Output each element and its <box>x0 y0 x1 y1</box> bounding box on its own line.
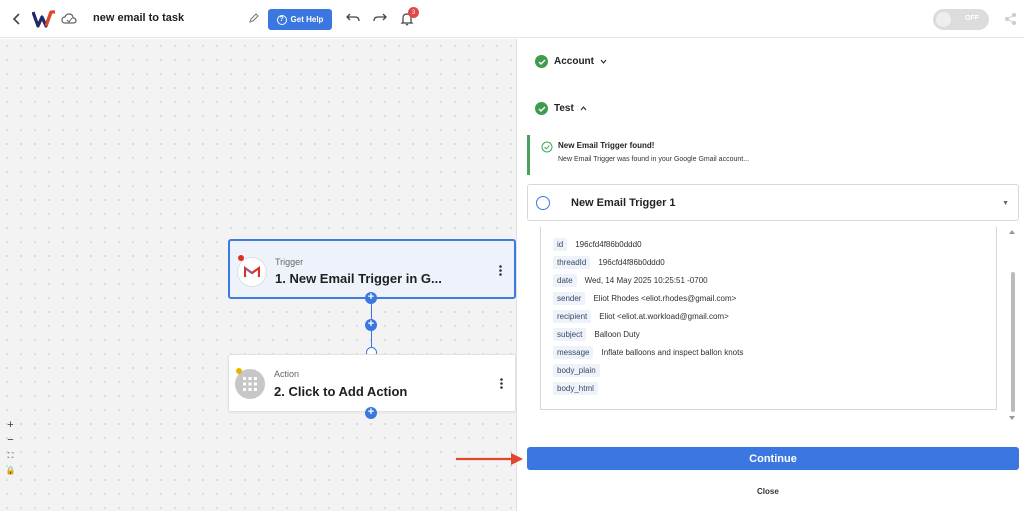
test-label: Test <box>554 103 574 114</box>
field-value: Eliot <eliot.at.workload@gmail.com> <box>599 312 729 321</box>
field-value: Eliot Rhodes <eliot.rhodes@gmail.com> <box>593 294 737 303</box>
field-row: date Wed, 14 May 2025 10:25:51 -0700 <box>553 274 708 287</box>
edit-pencil-icon[interactable] <box>248 12 260 24</box>
field-key[interactable]: message <box>553 346 594 359</box>
field-key[interactable]: body_html <box>553 382 598 395</box>
continue-button[interactable]: Continue <box>527 447 1019 470</box>
success-check-icon <box>541 141 553 153</box>
field-key[interactable]: threadId <box>553 256 591 269</box>
zoom-in-button[interactable]: + <box>4 419 17 432</box>
get-help-button[interactable]: ? Get Help <box>268 9 332 30</box>
account-label: Account <box>554 56 594 67</box>
field-key[interactable]: date <box>553 274 577 287</box>
workflow-canvas[interactable]: Trigger 1. New Email Trigger in G... + +… <box>0 39 516 511</box>
close-button[interactable]: Close <box>757 487 779 496</box>
fit-view-button[interactable]: ⛶ <box>4 449 17 462</box>
field-row: message Inflate balloons and inspect ball… <box>553 346 743 359</box>
scrollbar-thumb[interactable] <box>1011 272 1015 412</box>
success-alert: New Email Trigger found! New Email Trigg… <box>527 135 1017 175</box>
field-value: Balloon Duty <box>594 330 640 339</box>
chevron-down-icon <box>600 59 607 64</box>
back-icon[interactable] <box>10 11 24 27</box>
step-config-panel: Account Test New Email Trigger found! Ne… <box>516 39 1024 511</box>
grid-icon <box>243 377 257 391</box>
scroll-down-icon[interactable] <box>1009 415 1015 421</box>
scroll-up-icon[interactable] <box>1009 229 1015 235</box>
field-key[interactable]: sender <box>553 292 586 305</box>
workload-logo-icon <box>32 10 55 28</box>
trigger-menu-icon[interactable] <box>499 265 502 276</box>
field-row: sender Eliot Rhodes <eliot.rhodes@gmail.c… <box>553 292 736 305</box>
trigger-data-fields: id 196cfd4f86b0ddd0 threadId 196cfd4f86b0d… <box>540 227 997 410</box>
check-circle-icon <box>535 55 548 68</box>
notification-badge: 3 <box>408 7 419 18</box>
insert-step-button[interactable]: + <box>365 319 377 331</box>
field-value: 196cfd4f86b0ddd0 <box>575 240 642 249</box>
field-row: body_html <box>553 382 606 395</box>
field-row: id 196cfd4f86b0ddd0 <box>553 238 642 251</box>
toggle-label: OFF <box>965 15 979 22</box>
test-section-header[interactable]: Test <box>535 102 587 115</box>
pointer-arrow-icon <box>456 453 523 465</box>
top-bar: new email to task ? Get Help 3 OFF <box>0 0 1024 38</box>
field-value: Inflate balloons and inspect ballon knot… <box>601 348 744 357</box>
field-key[interactable]: recipient <box>553 310 592 323</box>
trigger-result-label: New Email Trigger 1 <box>571 197 676 209</box>
share-icon[interactable] <box>1004 12 1017 26</box>
dropdown-chevron-icon: ▼ <box>1002 200 1009 207</box>
action-menu-icon[interactable] <box>500 378 503 389</box>
field-key[interactable]: body_plain <box>553 364 600 377</box>
field-row: subject Balloon Duty <box>553 328 640 341</box>
field-key[interactable]: subject <box>553 328 587 341</box>
status-dot <box>236 368 242 374</box>
status-dot <box>238 255 244 261</box>
success-title: New Email Trigger found! <box>558 141 655 150</box>
gmail-icon <box>244 266 260 277</box>
field-value: Wed, 14 May 2025 10:25:51 -0700 <box>584 276 708 285</box>
zoom-out-button[interactable]: − <box>4 434 17 447</box>
workflow-toggle[interactable]: OFF <box>933 9 989 30</box>
trigger-title: 1. New Email Trigger in G... <box>275 271 442 286</box>
account-section-header[interactable]: Account <box>535 55 607 68</box>
field-value: 196cfd4f86b0ddd0 <box>598 258 665 267</box>
add-next-step-button[interactable]: + <box>365 407 377 419</box>
trigger-type-label: Trigger <box>275 257 304 267</box>
trigger-result-icon <box>536 196 550 210</box>
action-title: 2. Click to Add Action <box>274 384 408 399</box>
get-help-label: Get Help <box>290 15 324 24</box>
lock-canvas-button[interactable]: 🔒 <box>4 464 17 477</box>
field-row: recipient Eliot <eliot.at.workload@gmail.… <box>553 310 729 323</box>
gmail-app-icon <box>237 257 267 287</box>
help-question-icon: ? <box>276 14 287 25</box>
field-row: body_plain <box>553 364 608 377</box>
toggle-knob <box>936 12 951 27</box>
undo-icon[interactable] <box>346 12 360 24</box>
check-circle-icon <box>535 102 548 115</box>
action-type-label: Action <box>274 369 300 379</box>
redo-icon[interactable] <box>373 12 387 24</box>
add-step-button[interactable]: + <box>365 292 377 304</box>
workflow-title[interactable]: new email to task <box>93 12 184 24</box>
trigger-step-card[interactable]: Trigger 1. New Email Trigger in G... <box>228 239 516 299</box>
field-key[interactable]: id <box>553 238 568 251</box>
success-message: New Email Trigger was found in your Goog… <box>558 156 750 163</box>
action-step-card[interactable]: Action 2. Click to Add Action <box>228 354 516 412</box>
chevron-up-icon <box>580 106 587 111</box>
trigger-result-dropdown[interactable]: New Email Trigger 1 ▼ <box>527 184 1019 221</box>
field-row: threadId 196cfd4f86b0ddd0 <box>553 256 665 269</box>
cloud-sync-icon <box>61 13 77 24</box>
